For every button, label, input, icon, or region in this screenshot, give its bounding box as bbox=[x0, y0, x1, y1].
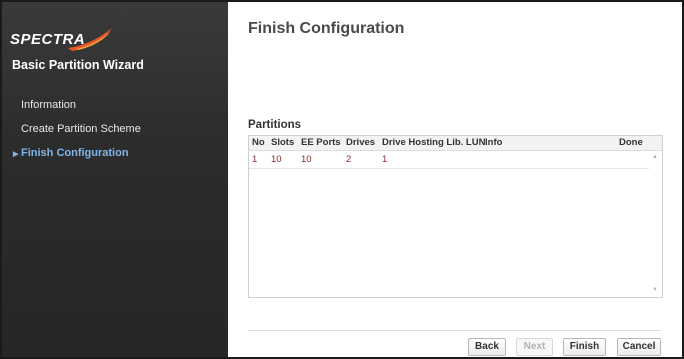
back-button[interactable]: Back bbox=[468, 338, 506, 356]
spectra-logo: SPECTRA bbox=[10, 26, 120, 52]
nav-item-finish-configuration[interactable]: ▶ Finish Configuration bbox=[2, 146, 228, 170]
table-row[interactable]: 1 10 10 2 1 bbox=[249, 151, 649, 169]
nav-item-label: Create Partition Scheme bbox=[21, 123, 141, 135]
main-panel: Finish Configuration Partitions No Slots… bbox=[228, 2, 682, 357]
nav-item-information[interactable]: Information bbox=[2, 98, 228, 122]
nav-item-label: Information bbox=[21, 99, 77, 111]
finish-button[interactable]: Finish bbox=[563, 338, 606, 356]
footer-divider bbox=[248, 330, 661, 331]
nav-item-create-partition-scheme[interactable]: Create Partition Scheme bbox=[2, 122, 228, 146]
table-body: 1 10 10 2 1 bbox=[249, 151, 649, 296]
column-header-ee-ports: EE Ports bbox=[301, 137, 341, 148]
table-scrollbar[interactable]: ▲ ▼ bbox=[650, 151, 662, 296]
column-header-done: Done bbox=[619, 137, 643, 148]
wizard-title: Basic Partition Wizard bbox=[12, 58, 144, 72]
sidebar: SPECTRA Basic Partition Wizard Informati… bbox=[2, 2, 228, 357]
scroll-down-arrow-icon[interactable]: ▼ bbox=[652, 287, 658, 293]
wizard-steps-nav: Information Create Partition Scheme ▶ Fi… bbox=[2, 98, 228, 170]
scroll-up-arrow-icon[interactable]: ▲ bbox=[652, 154, 658, 160]
logo-swoosh-icon bbox=[68, 28, 112, 51]
cell-slots: 10 bbox=[271, 154, 282, 165]
cell-drives: 2 bbox=[346, 154, 352, 165]
column-header-drives: Drives bbox=[346, 137, 376, 148]
page-title: Finish Configuration bbox=[248, 20, 405, 37]
column-header-info: Info bbox=[485, 137, 503, 148]
partitions-section-title: Partitions bbox=[248, 119, 302, 131]
column-header-drive-hosting-lun: Drive Hosting Lib. LUN bbox=[382, 137, 486, 148]
wizard-window: SPECTRA Basic Partition Wizard Informati… bbox=[0, 0, 684, 359]
cell-no: 1 bbox=[252, 154, 258, 165]
nav-item-label: Finish Configuration bbox=[21, 147, 129, 159]
triangle-right-icon: ▶ bbox=[13, 151, 19, 158]
cell-drive-hosting-lun: 1 bbox=[382, 154, 388, 165]
cancel-button[interactable]: Cancel bbox=[617, 338, 661, 356]
column-header-slots: Slots bbox=[271, 137, 295, 148]
cell-ee-ports: 10 bbox=[301, 154, 312, 165]
next-button[interactable]: Next bbox=[516, 338, 553, 356]
table-header: No Slots EE Ports Drives Drive Hosting L… bbox=[249, 136, 662, 151]
partitions-table: No Slots EE Ports Drives Drive Hosting L… bbox=[248, 135, 663, 298]
column-header-no: No bbox=[252, 137, 265, 148]
